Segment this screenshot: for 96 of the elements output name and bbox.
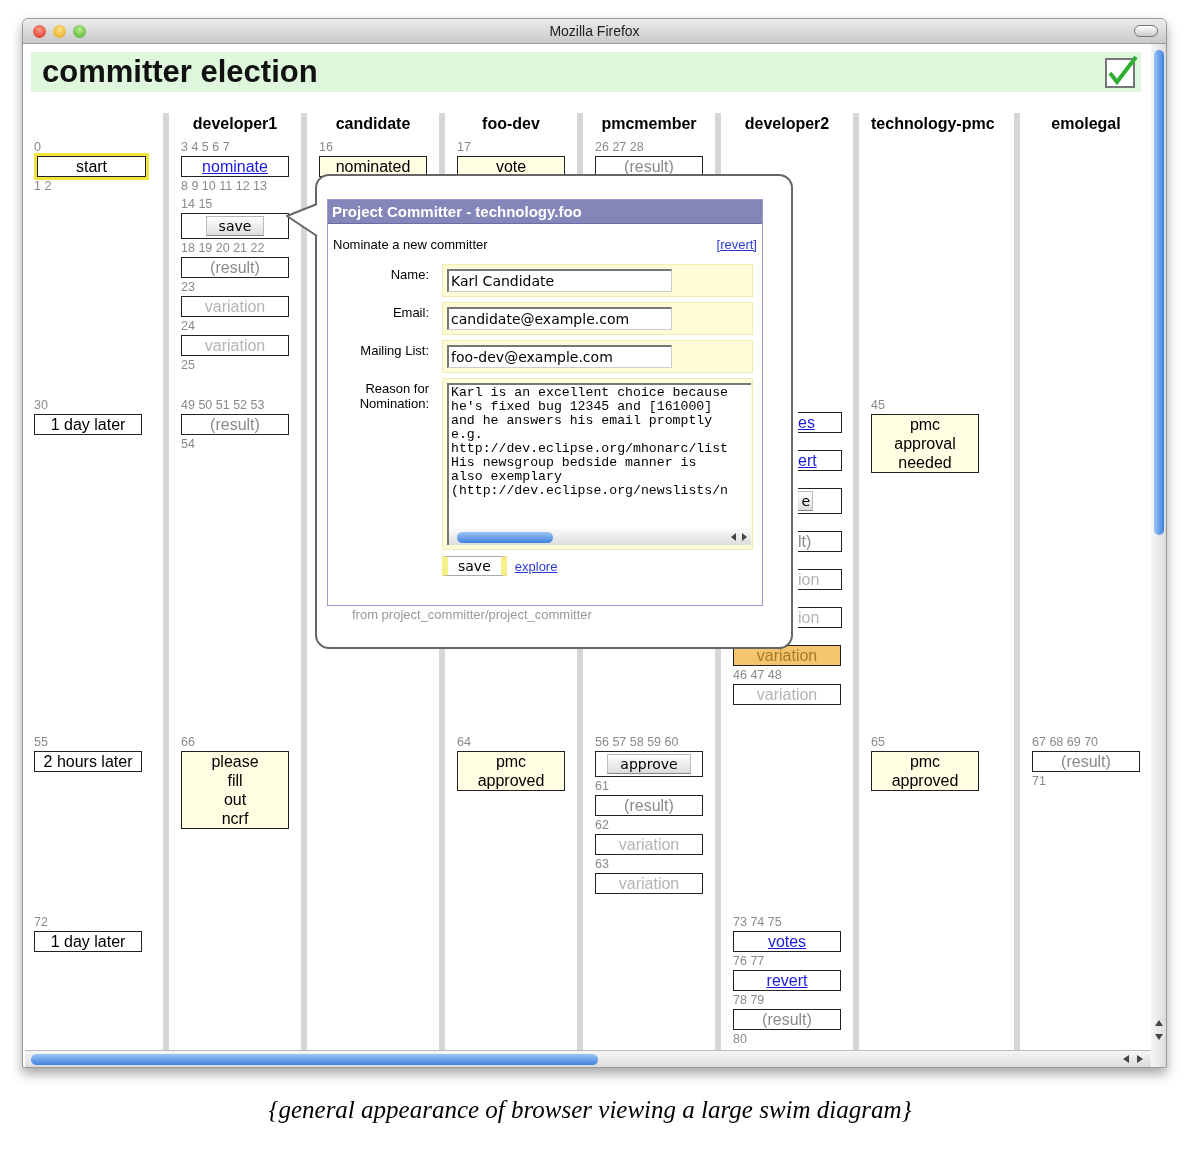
step-button[interactable]: save xyxy=(205,216,265,236)
window-title: Mozilla Firefox xyxy=(549,23,640,39)
note-box: please fill out ncrf xyxy=(181,751,289,829)
variation-box: variation xyxy=(733,684,841,705)
step-box: 2 hours later xyxy=(34,751,142,772)
step-numbers: 17 xyxy=(457,139,471,156)
toolbar-toggle-icon[interactable] xyxy=(1134,25,1158,37)
step-numbers: 25 xyxy=(181,357,195,374)
step-numbers: 0 xyxy=(34,139,41,156)
variation-box: ion xyxy=(798,569,842,590)
step-numbers: 46 47 48 xyxy=(733,667,782,684)
variation-box: variation xyxy=(181,335,289,356)
lane-heading: technology-pmc xyxy=(871,115,995,132)
step-numbers: 67 68 69 70 xyxy=(1032,734,1099,751)
step-numbers: 62 xyxy=(595,817,609,834)
step-numbers: 45 xyxy=(871,397,885,414)
step-numbers: 71 xyxy=(1032,773,1046,790)
lane-heading: pmcmember xyxy=(601,115,697,132)
step-numbers: 55 xyxy=(34,734,48,751)
step-numbers: 63 xyxy=(595,856,609,873)
step-numbers: 61 xyxy=(595,778,609,795)
reason-text: Karl is an excellent choice because he's fixed bug 12345 and [161000] and he answers his email promptly e.g. http://dev.eclipse.org/mhonarc/list His newsgroup bedside manner is also exemplary (http://dev.eclipse.org/newslists/n xyxy=(450,385,729,499)
step-numbers: 73 74 75 xyxy=(733,914,782,931)
step-numbers: 1 2 xyxy=(34,178,52,195)
step-numbers: 18 19 20 21 22 xyxy=(181,240,265,257)
step-numbers: 49 50 51 52 53 xyxy=(181,397,265,414)
lane-heading: candidate xyxy=(335,115,411,132)
figure-caption: {general appearance of browser viewing a large swim diagram} xyxy=(267,1096,913,1124)
step-link[interactable]: es xyxy=(798,413,815,432)
step-numbers: 26 27 28 xyxy=(595,139,644,156)
step-link[interactable]: ert xyxy=(798,451,817,470)
step-numbers: 72 xyxy=(34,914,48,931)
lane-heading: foo-dev xyxy=(482,115,540,132)
lane-heading: emolegal xyxy=(1051,115,1121,132)
step-button[interactable]: e xyxy=(798,491,813,511)
scroll-thumb[interactable] xyxy=(457,531,553,543)
step-numbers: 80 xyxy=(733,1031,747,1048)
step-numbers: 3 4 5 6 7 xyxy=(181,139,230,156)
variation-box: ion xyxy=(798,607,842,628)
horizontal-scrollbar[interactable] xyxy=(25,1050,1151,1067)
step-numbers: 76 77 xyxy=(733,953,765,970)
result-box: (result) xyxy=(1032,751,1140,772)
step-numbers: 78 79 xyxy=(733,992,765,1009)
step-numbers: 30 xyxy=(34,397,48,414)
variation-box: variation xyxy=(595,834,703,855)
step-box: 1 day later xyxy=(34,931,142,952)
note-box: pmc approved xyxy=(457,751,565,791)
form-heading: Nominate a new committer xyxy=(333,237,488,252)
step-numbers: 23 xyxy=(181,279,195,296)
note-box: pmc approved xyxy=(871,751,979,791)
variation-box: variation xyxy=(595,873,703,894)
step-numbers: 14 15 xyxy=(181,196,213,213)
step-numbers: 56 57 58 59 60 xyxy=(595,734,679,751)
field-label: Name: xyxy=(389,266,429,284)
lane-heading: developer1 xyxy=(192,115,278,132)
revert-link[interactable]: [revert] xyxy=(716,237,757,252)
field-label: Mailing List: xyxy=(359,342,429,360)
reason-field[interactable] xyxy=(447,383,751,545)
step-numbers: 66 xyxy=(181,734,195,751)
result-box: (result) xyxy=(733,1009,841,1030)
horizontal-scrollbar[interactable] xyxy=(449,529,751,545)
source-note: from project_committer/project_committer xyxy=(352,607,593,622)
result-box: (result) xyxy=(595,795,703,816)
text-field[interactable]: Karl Candidate xyxy=(447,269,672,292)
step-numbers: 8 9 10 11 12 13 xyxy=(181,178,267,195)
lane-heading: developer2 xyxy=(744,115,830,132)
note-box: pmc approval needed xyxy=(871,414,979,473)
page-title: committer election xyxy=(42,54,318,90)
result-box: lt) xyxy=(798,531,842,552)
field-label: Email: xyxy=(391,304,429,322)
step-box: start xyxy=(37,156,146,177)
scroll-thumb[interactable] xyxy=(31,1053,598,1065)
vertical-scrollbar[interactable] xyxy=(1151,44,1166,1067)
step-link[interactable]: votes xyxy=(767,932,807,951)
step-link[interactable]: nominate xyxy=(202,157,268,176)
step-numbers: 65 xyxy=(871,734,885,751)
step-numbers: 24 xyxy=(181,318,195,335)
close-icon[interactable] xyxy=(33,24,46,38)
zoom-icon[interactable] xyxy=(73,24,86,38)
step-numbers: 54 xyxy=(181,436,195,453)
text-field[interactable]: foo-dev@example.com xyxy=(447,345,672,368)
text-field[interactable]: candidate@example.com xyxy=(447,307,672,330)
checkmark-icon xyxy=(1105,55,1139,89)
result-box: (result) xyxy=(181,414,289,435)
step-numbers: 16 xyxy=(319,139,333,156)
result-box: (result) xyxy=(181,257,289,278)
explore-link[interactable]: explore xyxy=(514,558,558,574)
step-link[interactable]: revert xyxy=(766,971,808,990)
step-numbers: 64 xyxy=(457,734,471,751)
panel-title: Project Committer - technology.foo xyxy=(328,200,762,224)
step-box: 1 day later xyxy=(34,414,142,435)
step-button[interactable]: approve xyxy=(607,754,691,774)
field-label: Reason for Nomination: xyxy=(358,380,429,413)
save-button[interactable]: save xyxy=(442,556,507,576)
scroll-thumb[interactable] xyxy=(1153,50,1164,535)
variation-box: variation xyxy=(181,296,289,317)
